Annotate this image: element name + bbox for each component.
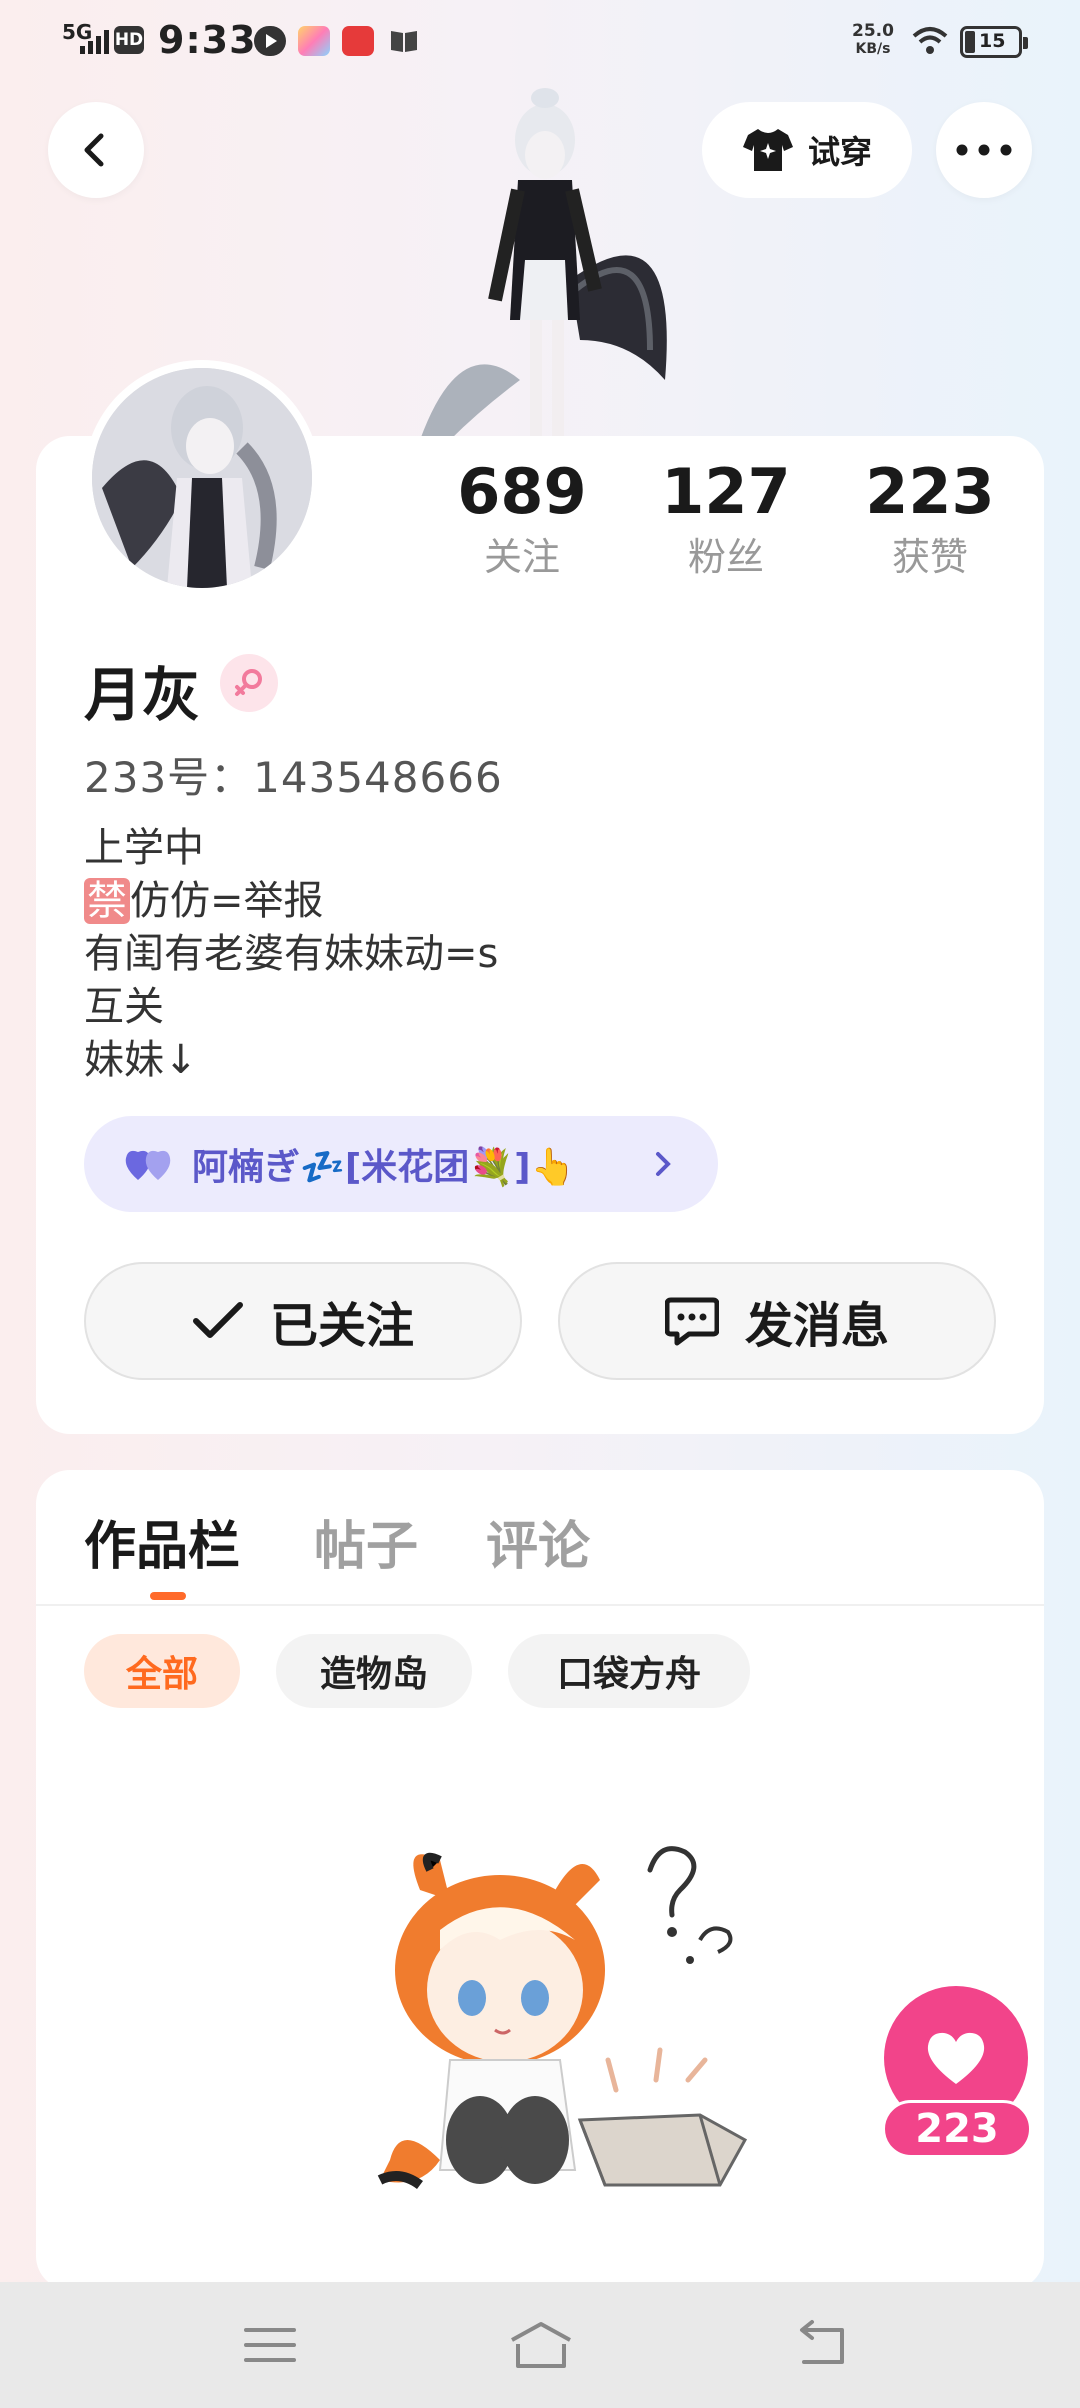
signal-icon (80, 28, 110, 54)
check-icon (192, 1302, 243, 1338)
likes-count: 223 (865, 455, 995, 528)
menu-icon[interactable] (240, 2318, 300, 2372)
followed-button[interactable]: 已关注 (84, 1262, 522, 1380)
more-options-button[interactable] (936, 102, 1032, 198)
tab-divider (36, 1604, 1044, 1606)
active-tab-indicator (150, 1592, 186, 1600)
hero-character-illustration (420, 88, 667, 440)
followers-label: 粉丝 (687, 535, 764, 579)
chevron-right-icon (656, 1152, 671, 1176)
profile-bio: 上学中 禁仿仿=举报 有闺有老婆有妹妹动=s 互关 妹妹↓ (84, 822, 498, 1087)
avatar[interactable] (84, 360, 320, 596)
filter-chip-creation-island[interactable]: 造物岛 (276, 1634, 472, 1708)
tshirt-icon (742, 129, 793, 171)
send-message-label: 发消息 (744, 1298, 889, 1354)
bio-line: 有闺有老婆有妹妹动=s (84, 931, 499, 977)
more-dots-icon (956, 144, 1012, 156)
wifi-icon (910, 26, 950, 60)
clock: 9:33 (158, 18, 257, 62)
user-id: 233号：143548666 (84, 753, 503, 802)
try-on-button[interactable]: 试穿 (702, 102, 912, 198)
likes-label: 获赞 (891, 535, 968, 579)
tab-works[interactable]: 作品栏 (84, 1504, 240, 1579)
stat-likes[interactable]: 223 获赞 (840, 452, 1020, 582)
profile-name: 月灰 (84, 661, 201, 729)
battery-icon: 15 (960, 26, 1028, 58)
like-count-badge: 223 (882, 2100, 1032, 2158)
following-count: 689 (457, 455, 587, 528)
followers-count: 127 (661, 455, 791, 528)
book-app-icon (388, 26, 420, 56)
tab-comments[interactable]: 评论 (486, 1504, 590, 1579)
bio-line: 妹妹↓ (84, 1037, 198, 1083)
bio-line: 仿仿=举报 (130, 878, 324, 924)
stat-followers[interactable]: 127 粉丝 (636, 452, 816, 582)
send-message-button[interactable]: 发消息 (558, 1262, 996, 1380)
stat-following[interactable]: 689 关注 (432, 452, 612, 582)
filter-chip-pocket-ark[interactable]: 口袋方舟 (508, 1634, 750, 1708)
system-nav-bar (0, 2282, 1080, 2408)
game-app-icon (298, 26, 330, 56)
home-icon[interactable] (506, 2318, 576, 2372)
status-bar: 5G HD 9:33 25.0 KB/s 15 (0, 0, 1080, 80)
female-gender-icon (220, 654, 278, 712)
try-on-label: 试穿 (807, 133, 872, 171)
back-nav-icon[interactable] (792, 2318, 852, 2372)
bio-line: 互关 (84, 984, 164, 1030)
filter-chip-all[interactable]: 全部 (84, 1634, 240, 1708)
ban-badge: 禁 (84, 878, 130, 924)
heart-icon (927, 2032, 985, 2084)
followed-label: 已关注 (269, 1298, 414, 1354)
following-label: 关注 (483, 535, 560, 579)
tab-posts[interactable]: 帖子 (314, 1504, 418, 1579)
heart-pair-icon (125, 1150, 171, 1180)
relationship-label: 阿楠ぎ💤[米花团💐]👆 (192, 1147, 576, 1188)
chevron-left-icon (84, 133, 104, 167)
player-app-icon (254, 26, 286, 56)
network-speed: 25.0 KB/s (852, 21, 894, 57)
back-button[interactable] (48, 102, 144, 198)
news-app-icon (342, 26, 374, 56)
hd-badge: HD (114, 26, 144, 54)
bio-line: 上学中 (84, 825, 204, 871)
relationship-pill[interactable]: 阿楠ぎ💤[米花团💐]👆 (84, 1116, 718, 1212)
chat-bubble-icon (664, 1297, 719, 1346)
empty-state-illustration (377, 1846, 748, 2190)
